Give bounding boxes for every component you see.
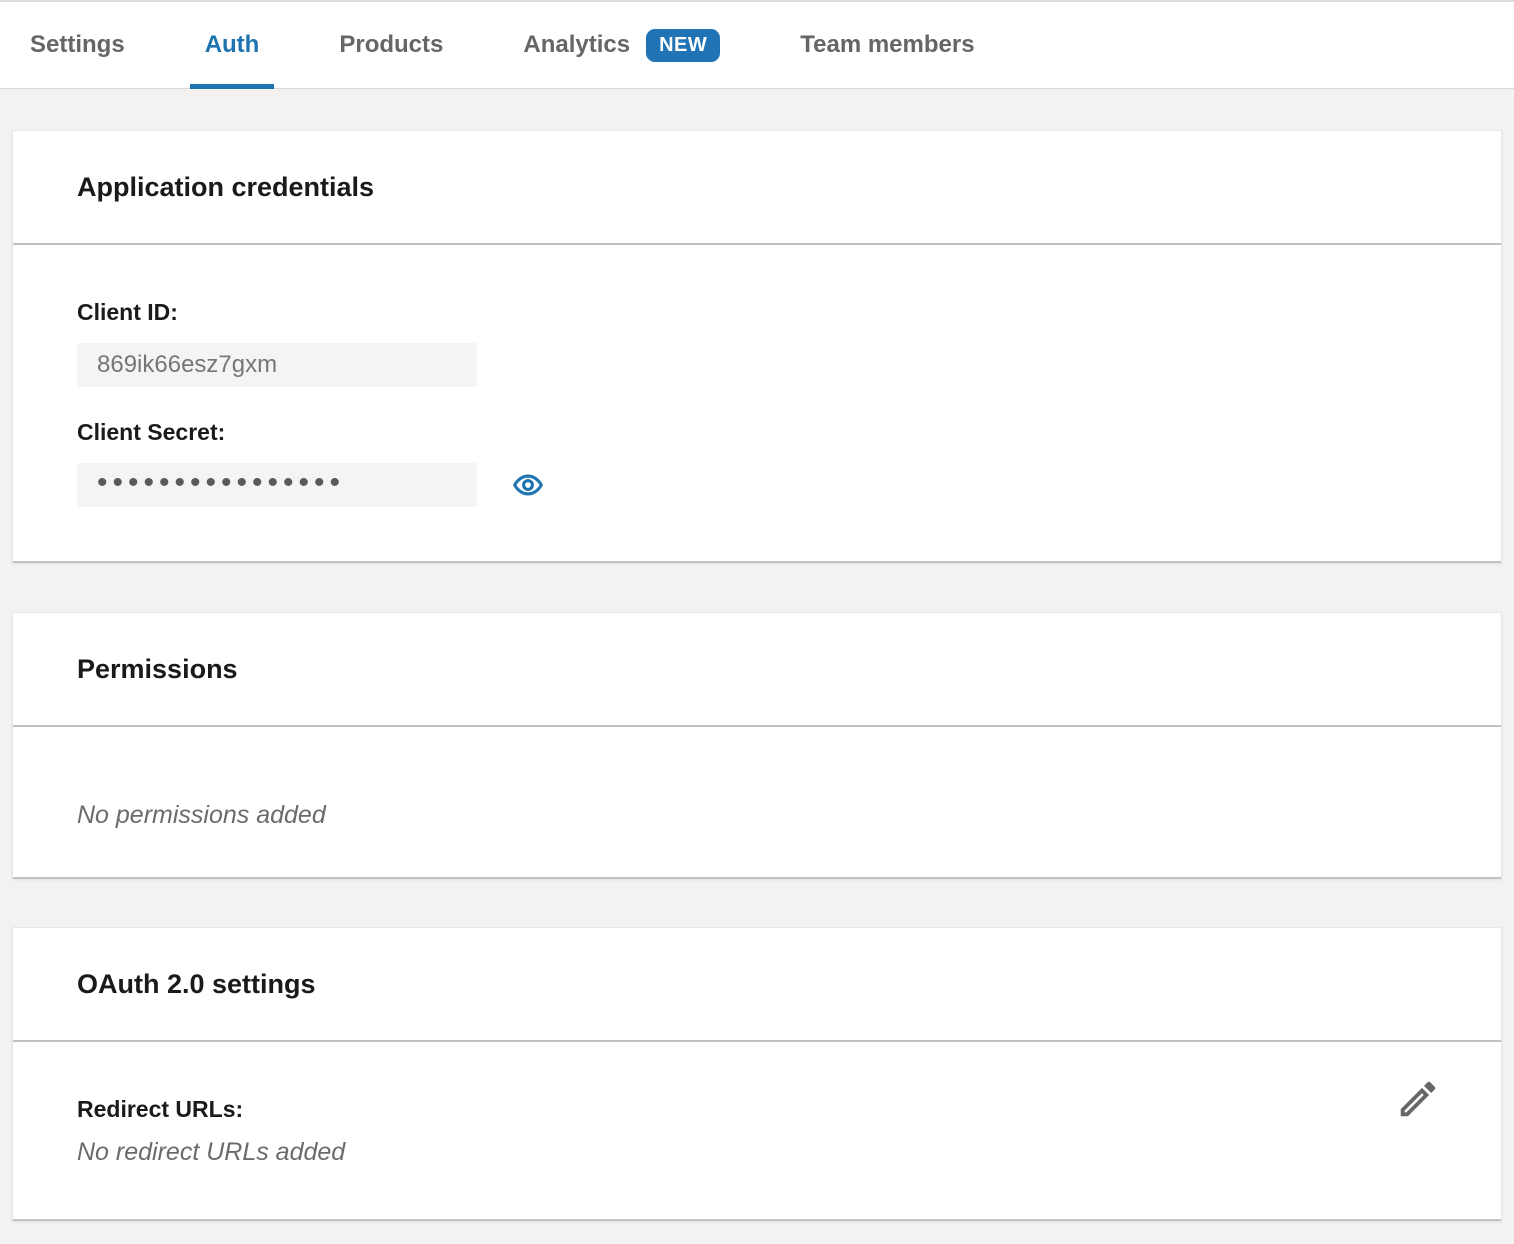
tab-auth[interactable]: Auth [190, 2, 275, 88]
client-secret-row: •••••••••••••••• [77, 463, 1437, 507]
tab-products[interactable]: Products [324, 2, 458, 88]
application-credentials-body: Client ID: 869ik66esz7gxm Client Secret:… [13, 245, 1501, 561]
permissions-header: Permissions [13, 613, 1501, 727]
tab-analytics[interactable]: Analytics NEW [508, 2, 735, 88]
oauth-settings-title: OAuth 2.0 settings [77, 969, 316, 1000]
tab-auth-label: Auth [205, 31, 260, 59]
client-id-label: Client ID: [77, 299, 1437, 326]
client-secret-label: Client Secret: [77, 419, 1437, 446]
redirect-urls-empty-text: No redirect URLs added [77, 1138, 1437, 1167]
pencil-icon [1395, 1076, 1445, 1122]
oauth-settings-card: OAuth 2.0 settings Redirect URLs: No red… [12, 927, 1502, 1221]
client-secret-value[interactable]: •••••••••••••••• [77, 463, 477, 507]
tab-settings-label: Settings [30, 31, 125, 59]
eye-icon [510, 469, 546, 501]
reveal-secret-button[interactable] [509, 466, 547, 504]
permissions-body: No permissions added [13, 727, 1501, 877]
tab-team-members-label: Team members [800, 31, 974, 59]
permissions-empty-text: No permissions added [77, 801, 1437, 830]
new-badge: NEW [646, 29, 720, 62]
redirect-urls-label: Redirect URLs: [77, 1096, 1437, 1123]
client-secret-masked-dots: •••••••••••••••• [97, 468, 345, 498]
edit-redirect-urls-button[interactable] [1395, 1074, 1445, 1124]
permissions-card: Permissions No permissions added [12, 612, 1502, 879]
tab-bar: Settings Auth Products Analytics NEW Tea… [0, 0, 1514, 89]
client-id-value[interactable]: 869ik66esz7gxm [77, 343, 477, 387]
tab-team-members[interactable]: Team members [785, 2, 989, 88]
tab-settings[interactable]: Settings [15, 2, 140, 88]
application-credentials-header: Application credentials [13, 131, 1501, 245]
application-credentials-card: Application credentials Client ID: 869ik… [12, 130, 1502, 563]
tab-products-label: Products [339, 31, 443, 59]
oauth-settings-header: OAuth 2.0 settings [13, 928, 1501, 1042]
oauth-settings-body: Redirect URLs: No redirect URLs added [13, 1042, 1501, 1219]
application-credentials-title: Application credentials [77, 172, 374, 203]
permissions-title: Permissions [77, 654, 238, 685]
tab-analytics-label: Analytics [523, 31, 630, 59]
